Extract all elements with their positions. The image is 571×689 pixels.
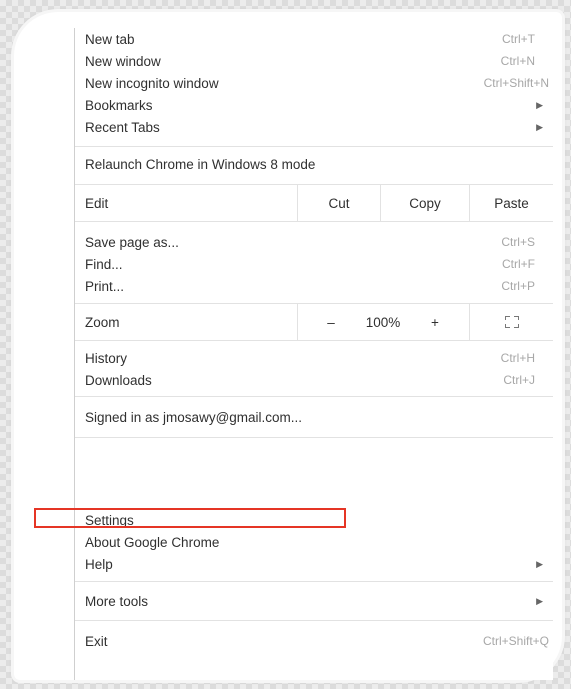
zoom-out-button[interactable]: – xyxy=(311,304,351,340)
menu-item-bookmarks[interactable]: Bookmarks ▶ xyxy=(75,94,553,116)
menu-item-label: Find... xyxy=(85,256,123,272)
cut-button[interactable]: Cut xyxy=(298,185,380,221)
menu-item-history[interactable]: History Ctrl+H xyxy=(75,347,553,369)
zoom-row: Zoom – 100% + xyxy=(75,304,553,340)
shortcut-text: Ctrl+Shift+N xyxy=(483,76,549,90)
cut-label: Cut xyxy=(328,195,350,211)
shortcut-text: Ctrl+S xyxy=(501,235,535,249)
menu-item-more-tools[interactable]: More tools ▶ xyxy=(75,587,553,615)
menu-item-new-tab[interactable]: New tab Ctrl+T xyxy=(75,28,553,50)
menu-item-label: Print... xyxy=(85,278,125,294)
menu-item-label: New window xyxy=(85,53,161,69)
menu-item-about-chrome[interactable]: About Google Chrome xyxy=(75,531,553,553)
copy-button[interactable]: Copy xyxy=(381,185,469,221)
submenu-arrow-icon: ▶ xyxy=(536,121,543,132)
menu-item-downloads[interactable]: Downloads Ctrl+J xyxy=(75,369,553,391)
shortcut-text: Ctrl+N xyxy=(500,54,535,68)
menu-separator xyxy=(75,146,553,147)
minus-icon: – xyxy=(327,314,335,330)
paste-button[interactable]: Paste xyxy=(470,185,553,221)
menu-item-label: Exit xyxy=(85,633,108,649)
fullscreen-icon xyxy=(504,316,519,328)
shortcut-text: Ctrl+H xyxy=(500,351,535,365)
menu-item-print[interactable]: Print... Ctrl+P xyxy=(75,275,553,297)
zoom-level: 100% xyxy=(351,304,415,340)
submenu-arrow-icon: ▶ xyxy=(536,558,543,569)
menu-item-label: Recent Tabs xyxy=(85,119,160,135)
menu-item-label: Relaunch Chrome in Windows 8 mode xyxy=(85,156,316,172)
paste-label: Paste xyxy=(494,195,529,211)
menu-item-label: Downloads xyxy=(85,372,152,388)
menu-item-new-window[interactable]: New window Ctrl+N xyxy=(75,50,553,72)
menu-item-label: History xyxy=(85,350,128,366)
shortcut-text: Ctrl+Shift+Q xyxy=(482,634,549,648)
menu-item-label: New incognito window xyxy=(85,75,219,91)
menu-item-label: About Google Chrome xyxy=(85,534,220,550)
edit-row: Edit Cut Copy Paste xyxy=(75,185,553,221)
shortcut-text: Ctrl+F xyxy=(502,257,535,271)
settings-highlight-box xyxy=(34,508,346,528)
submenu-arrow-icon: ▶ xyxy=(536,99,543,110)
chrome-menu: New tab Ctrl+T New window Ctrl+N New inc… xyxy=(74,28,553,680)
divider xyxy=(297,304,298,340)
menu-item-help[interactable]: Help ▶ xyxy=(75,553,553,575)
menu-separator xyxy=(75,620,553,621)
zoom-value: 100% xyxy=(365,314,401,330)
zoom-in-button[interactable]: + xyxy=(415,304,455,340)
copy-label: Copy xyxy=(409,195,441,211)
menu-separator xyxy=(75,340,553,341)
menu-separator xyxy=(75,396,553,397)
shortcut-text: Ctrl+P xyxy=(501,279,535,293)
menu-separator xyxy=(75,581,553,582)
menu-item-save-page[interactable]: Save page as... Ctrl+S xyxy=(75,231,553,253)
menu-item-recent-tabs[interactable]: Recent Tabs ▶ xyxy=(75,116,553,138)
menu-item-relaunch-windows8[interactable]: Relaunch Chrome in Windows 8 mode xyxy=(75,150,553,178)
menu-item-label: Signed in as jmosawy@gmail.com... xyxy=(85,409,303,425)
shortcut-text: Ctrl+J xyxy=(503,373,535,387)
menu-item-label: More tools xyxy=(85,593,149,609)
menu-item-label: Save page as... xyxy=(85,234,179,250)
plus-icon: + xyxy=(431,314,439,330)
shortcut-text: Ctrl+T xyxy=(502,32,535,46)
menu-item-label: New tab xyxy=(85,31,135,47)
fullscreen-button[interactable] xyxy=(470,304,553,340)
menu-separator xyxy=(75,437,553,438)
submenu-arrow-icon: ▶ xyxy=(536,595,543,606)
menu-item-label: Help xyxy=(85,556,113,572)
menu-item-new-incognito-window[interactable]: New incognito window Ctrl+Shift+N xyxy=(75,72,553,94)
menu-item-signed-in[interactable]: Signed in as jmosawy@gmail.com... xyxy=(75,402,553,432)
menu-separator xyxy=(75,221,553,222)
menu-item-exit[interactable]: Exit Ctrl+Shift+Q xyxy=(75,628,553,654)
menu-item-label: Bookmarks xyxy=(85,97,153,113)
menu-item-find[interactable]: Find... Ctrl+F xyxy=(75,253,553,275)
